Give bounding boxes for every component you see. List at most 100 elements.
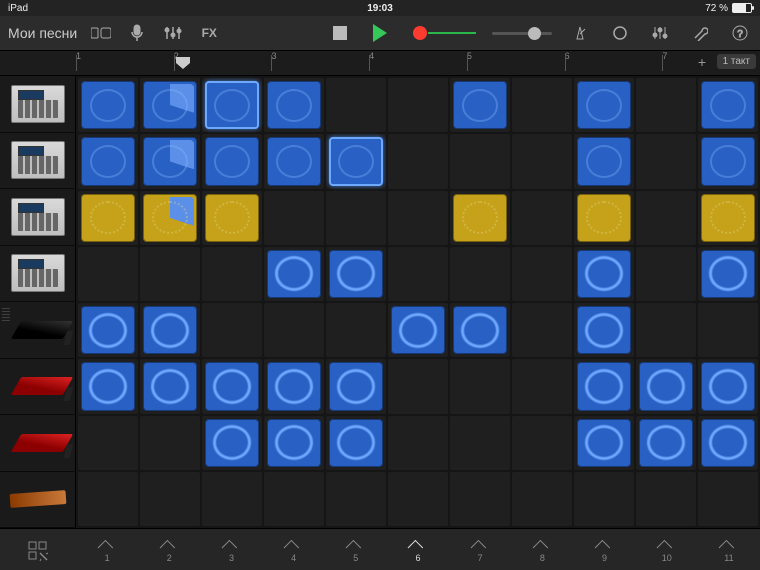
column-trigger[interactable]: 3 xyxy=(200,540,262,563)
grid-cell[interactable] xyxy=(140,78,200,132)
grid-cell[interactable] xyxy=(78,359,138,413)
grid-cell[interactable] xyxy=(326,247,386,301)
track-header[interactable] xyxy=(0,302,76,359)
grid-cell[interactable] xyxy=(450,416,510,470)
grid-cell[interactable] xyxy=(202,191,262,245)
grid-cell[interactable] xyxy=(140,134,200,188)
grid-cell[interactable] xyxy=(512,191,572,245)
track-header[interactable] xyxy=(0,415,76,472)
grid-cell[interactable] xyxy=(450,134,510,188)
grid-cell[interactable] xyxy=(574,247,634,301)
grid-cell[interactable] xyxy=(326,134,386,188)
grid-cell[interactable] xyxy=(202,78,262,132)
grid-cell[interactable] xyxy=(574,191,634,245)
grid-cell[interactable] xyxy=(202,416,262,470)
live-loop-pad[interactable] xyxy=(329,419,383,467)
live-loop-pad[interactable] xyxy=(329,137,383,185)
grid-cell[interactable] xyxy=(264,247,324,301)
live-loop-pad[interactable] xyxy=(205,194,259,242)
grid-cell[interactable] xyxy=(450,303,510,357)
live-loop-pad[interactable] xyxy=(391,306,445,354)
column-trigger[interactable]: 10 xyxy=(636,540,698,563)
grid-cell[interactable] xyxy=(78,134,138,188)
live-loop-pad[interactable] xyxy=(205,137,259,185)
column-trigger[interactable]: 5 xyxy=(325,540,387,563)
grid-cell[interactable] xyxy=(140,472,200,526)
live-loop-pad[interactable] xyxy=(81,81,135,129)
grid-cell[interactable] xyxy=(574,359,634,413)
settings-sliders-icon[interactable] xyxy=(648,21,672,45)
live-loop-pad[interactable] xyxy=(639,419,693,467)
live-loop-pad[interactable] xyxy=(577,250,631,298)
metronome-icon[interactable] xyxy=(568,21,592,45)
grid-cell[interactable] xyxy=(636,303,696,357)
grid-cell[interactable] xyxy=(698,134,758,188)
live-loop-pad[interactable] xyxy=(453,81,507,129)
grid-cell[interactable] xyxy=(636,359,696,413)
grid-cell[interactable] xyxy=(636,472,696,526)
column-trigger[interactable]: 11 xyxy=(698,540,760,563)
live-loop-pad[interactable] xyxy=(143,362,197,410)
grid-cell[interactable] xyxy=(450,359,510,413)
back-button[interactable]: Мои песни xyxy=(8,25,77,41)
live-loop-pad[interactable] xyxy=(205,362,259,410)
live-loop-pad[interactable] xyxy=(205,81,259,129)
live-loop-pad[interactable] xyxy=(577,137,631,185)
grid-cell[interactable] xyxy=(326,472,386,526)
fx-button[interactable]: FX xyxy=(197,21,221,45)
live-loop-pad[interactable] xyxy=(267,250,321,298)
magic-wand-icon[interactable] xyxy=(0,540,76,562)
live-loop-pad[interactable] xyxy=(453,306,507,354)
grid-cell[interactable] xyxy=(78,78,138,132)
grid-cell[interactable] xyxy=(574,303,634,357)
grid-cell[interactable] xyxy=(574,78,634,132)
live-loop-pad[interactable] xyxy=(143,306,197,354)
grid-cell[interactable] xyxy=(326,78,386,132)
grid-cell[interactable] xyxy=(202,303,262,357)
grid-cell[interactable] xyxy=(388,247,448,301)
live-loop-pad[interactable] xyxy=(267,419,321,467)
live-loop-pad[interactable] xyxy=(701,419,755,467)
grid-cell[interactable] xyxy=(512,303,572,357)
grid-cell[interactable] xyxy=(574,416,634,470)
grid-cell[interactable] xyxy=(388,78,448,132)
column-trigger[interactable]: 8 xyxy=(511,540,573,563)
grid-cell[interactable] xyxy=(140,359,200,413)
live-loop-pad[interactable] xyxy=(701,250,755,298)
grid-cell[interactable] xyxy=(264,303,324,357)
live-loop-pad[interactable] xyxy=(577,362,631,410)
live-loop-pad[interactable] xyxy=(701,362,755,410)
grid-cell[interactable] xyxy=(698,191,758,245)
column-trigger[interactable]: 7 xyxy=(449,540,511,563)
grid-cell[interactable] xyxy=(140,191,200,245)
grid-cell[interactable] xyxy=(512,359,572,413)
grid-cell[interactable] xyxy=(574,472,634,526)
live-loop-pad[interactable] xyxy=(267,137,321,185)
grid-cell[interactable] xyxy=(78,472,138,526)
timeline[interactable]: 1234567 + 1 такт xyxy=(0,51,760,76)
live-loop-pad[interactable] xyxy=(329,250,383,298)
grid-cell[interactable] xyxy=(512,134,572,188)
grid-cell[interactable] xyxy=(326,359,386,413)
playhead[interactable] xyxy=(176,57,190,69)
grid-cell[interactable] xyxy=(698,303,758,357)
loop-icon[interactable] xyxy=(608,21,632,45)
grid-cell[interactable] xyxy=(326,191,386,245)
grid-cell[interactable] xyxy=(512,78,572,132)
track-header[interactable] xyxy=(0,189,76,246)
live-loop-pad[interactable] xyxy=(81,306,135,354)
grid-cell[interactable] xyxy=(78,416,138,470)
live-loop-pad[interactable] xyxy=(267,81,321,129)
grid-cell[interactable] xyxy=(636,416,696,470)
grid-cell[interactable] xyxy=(698,416,758,470)
grid-cell[interactable] xyxy=(450,78,510,132)
track-header[interactable] xyxy=(0,246,76,303)
grid-cell[interactable] xyxy=(388,416,448,470)
track-header[interactable] xyxy=(0,472,76,529)
grid-cell[interactable] xyxy=(78,191,138,245)
grid-cell[interactable] xyxy=(388,472,448,526)
grid-cell[interactable] xyxy=(264,416,324,470)
column-trigger[interactable]: 6 xyxy=(387,540,449,563)
live-loop-pad[interactable] xyxy=(205,419,259,467)
live-loop-pad[interactable] xyxy=(577,81,631,129)
